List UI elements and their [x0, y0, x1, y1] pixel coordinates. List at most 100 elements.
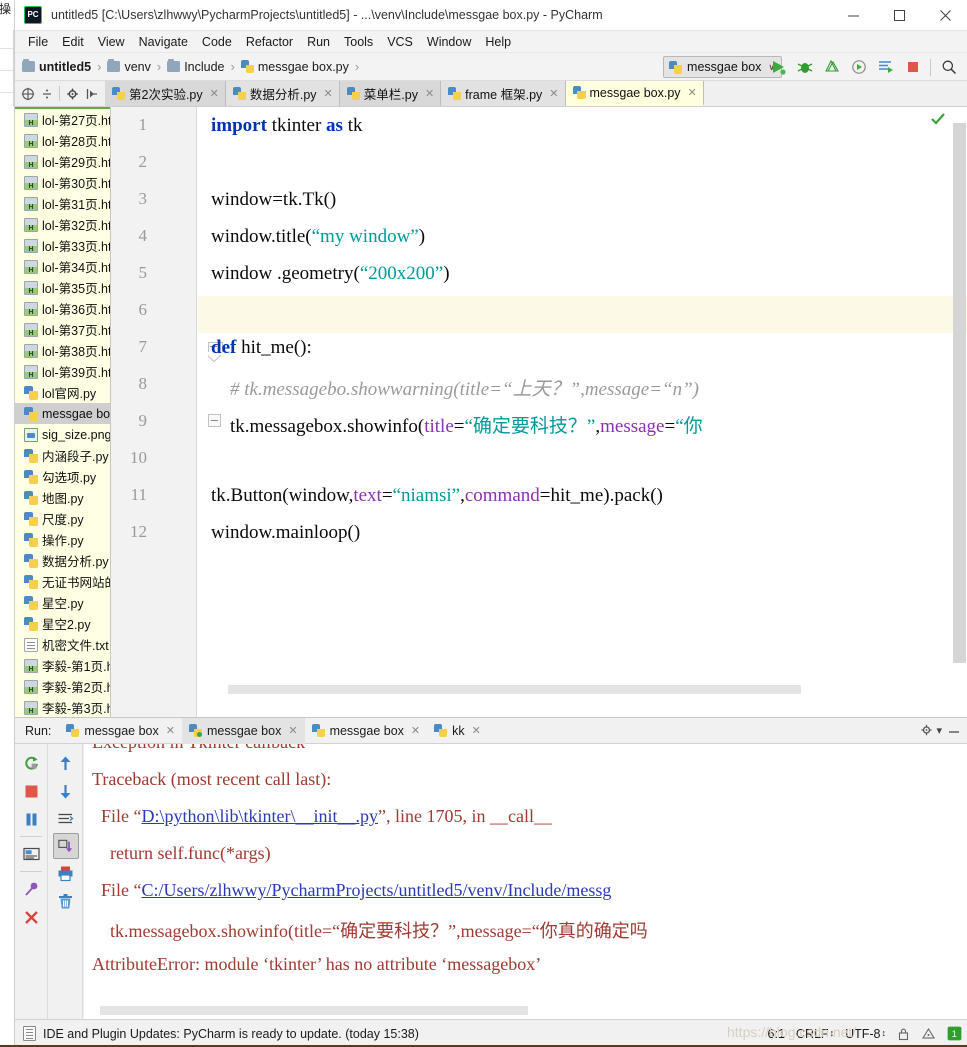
sidebar-file-item[interactable]: 尺度.py: [15, 508, 110, 529]
down-arrow-icon[interactable]: [53, 777, 79, 805]
settings-icon[interactable]: [63, 83, 82, 105]
notification-icon[interactable]: [23, 1026, 36, 1041]
scroll-to-end-icon[interactable]: [52, 833, 79, 859]
close-icon[interactable]: ✕: [549, 87, 558, 100]
sidebar-file-item[interactable]: 内涵段子.py: [15, 445, 110, 466]
sidebar-file-item[interactable]: lol-第29页.htm: [15, 151, 110, 172]
sidebar-file-item[interactable]: lol-第33页.htm: [15, 235, 110, 256]
run-panel-settings-button[interactable]: ▾: [920, 723, 942, 737]
sidebar-file-item[interactable]: 星空2.py: [15, 613, 110, 634]
console-icon[interactable]: [18, 840, 44, 868]
sidebar-file-item[interactable]: 机密文件.txt: [15, 634, 110, 655]
code-line[interactable]: window.mainloop(): [211, 522, 360, 544]
stop-icon[interactable]: [899, 55, 926, 79]
sidebar-file-item[interactable]: lol-第31页.htm: [15, 193, 110, 214]
sidebar-file-item[interactable]: 操作.py: [15, 529, 110, 550]
close-icon[interactable]: ✕: [425, 87, 434, 100]
editor-tab-4[interactable]: messgae box.py ✕: [565, 81, 704, 106]
run-icon[interactable]: [764, 55, 791, 79]
menu-item-file[interactable]: File: [21, 33, 55, 51]
sidebar-file-item[interactable]: 无证书网站的爬: [15, 571, 110, 592]
inspection-ok-check-icon[interactable]: [930, 111, 946, 127]
console-file-link[interactable]: C:/Users/zlhwwy/PycharmProjects/untitled…: [142, 880, 612, 900]
code-line[interactable]: window .geometry(“200x200”): [211, 263, 450, 285]
run-tab-3[interactable]: kk ✕: [427, 718, 488, 744]
hide-icon[interactable]: [82, 83, 101, 105]
menu-item-view[interactable]: View: [91, 33, 132, 51]
close-icon[interactable]: [922, 0, 967, 31]
sidebar-file-item[interactable]: 李毅-第3页.htm: [15, 697, 110, 717]
menu-item-run[interactable]: Run: [300, 33, 337, 51]
collapse-all-icon[interactable]: [18, 83, 37, 105]
sidebar-file-item[interactable]: 李毅-第2页.htm: [15, 676, 110, 697]
editor-tab-3[interactable]: frame 框架.py ✕: [441, 81, 566, 106]
print-icon[interactable]: [53, 859, 79, 887]
maximize-icon[interactable]: [876, 0, 922, 31]
sidebar-file-item[interactable]: 勾选项.py: [15, 466, 110, 487]
code-line[interactable]: window=tk.Tk(): [211, 189, 336, 211]
breadcrumb-item-file[interactable]: messgae box.py: [258, 60, 349, 74]
memory-indicator[interactable]: 1: [947, 1026, 962, 1041]
rerun-icon[interactable]: [18, 749, 44, 777]
encoding-indicator[interactable]: UTF-8 ↕: [845, 1027, 886, 1041]
close-icon[interactable]: ✕: [324, 87, 333, 100]
sidebar-file-item[interactable]: 李毅-第1页.htm: [15, 655, 110, 676]
sidebar-file-item[interactable]: 地图.py: [15, 487, 110, 508]
close-icon[interactable]: [18, 903, 44, 931]
editor-gutter[interactable]: 1 2 3 4 5 6 7 8 9 10 11 12: [111, 107, 223, 717]
run-panel-minimize-button[interactable]: [947, 723, 961, 740]
sidebar-file-item[interactable]: sig_size.png: [15, 424, 110, 445]
close-icon[interactable]: ✕: [166, 724, 175, 737]
run-tab-0[interactable]: messgae box ✕: [59, 718, 182, 744]
sidebar-file-item[interactable]: lol官网.py: [15, 382, 110, 403]
run-console-output[interactable]: Exception in Tkinter callback Traceback (…: [84, 744, 967, 1020]
editor-tab-1[interactable]: 数据分析.py ✕: [225, 81, 340, 106]
trash-icon[interactable]: [53, 887, 79, 915]
menu-item-navigate[interactable]: Navigate: [132, 33, 195, 51]
console-horizontal-scrollbar[interactable]: [100, 1006, 528, 1015]
run-tab-2[interactable]: messgae box ✕: [305, 718, 428, 744]
editor-tab-2[interactable]: 菜单栏.py ✕: [339, 81, 442, 106]
pin-icon[interactable]: [18, 875, 44, 903]
code-line[interactable]: def hit_me():: [211, 337, 312, 359]
profile-icon[interactable]: [845, 55, 872, 79]
search-everywhere-icon[interactable]: [935, 55, 962, 79]
inspection-icon[interactable]: [921, 1027, 936, 1041]
menu-item-edit[interactable]: Edit: [55, 33, 91, 51]
editor-horizontal-scrollbar[interactable]: [228, 685, 801, 694]
stop-icon[interactable]: [18, 777, 44, 805]
lock-icon[interactable]: [897, 1027, 910, 1041]
sidebar-file-item[interactable]: 星空.py: [15, 592, 110, 613]
sidebar-file-item[interactable]: messgae box: [15, 403, 110, 424]
sidebar-file-item[interactable]: lol-第38页.htm: [15, 340, 110, 361]
editor-tab-0[interactable]: 第2次实验.py ✕: [105, 81, 226, 106]
sidebar-file-item[interactable]: lol-第37页.htm: [15, 319, 110, 340]
menu-item-help[interactable]: Help: [478, 33, 518, 51]
code-editor[interactable]: 1 2 3 4 5 6 7 8 9 10 11 12 import tkinter as tk wind…: [111, 107, 967, 717]
code-text-area[interactable]: import tkinter as tk window=tk.Tk() window…: [198, 107, 967, 717]
menu-item-tools[interactable]: Tools: [337, 33, 380, 51]
sidebar-file-item[interactable]: 数据分析.py: [15, 550, 110, 571]
coverage-icon[interactable]: [818, 55, 845, 79]
code-line[interactable]: import tkinter as tk: [211, 115, 362, 137]
code-line[interactable]: window.title(“my window”): [211, 226, 425, 248]
soft-wrap-icon[interactable]: [53, 805, 79, 833]
breadcrumb-item-venv[interactable]: venv: [124, 60, 150, 74]
menu-item-code[interactable]: Code: [195, 33, 239, 51]
code-line[interactable]: tk.Button(window,text=“niamsi”,command=h…: [211, 485, 663, 507]
sidebar-file-item[interactable]: lol-第39页.htm: [15, 361, 110, 382]
close-icon[interactable]: ✕: [688, 86, 697, 99]
close-icon[interactable]: ✕: [472, 724, 481, 737]
up-arrow-icon[interactable]: [53, 749, 79, 777]
editor-vertical-scrollbar[interactable]: [953, 123, 966, 663]
status-message-area[interactable]: IDE and Plugin Updates: PyCharm is ready…: [15, 1026, 419, 1041]
sidebar-file-item[interactable]: lol-第30页.htm: [15, 172, 110, 193]
console-file-link[interactable]: D:\python\lib\tkinter\__init__.py: [142, 806, 379, 826]
pause-icon[interactable]: [18, 805, 44, 833]
close-icon[interactable]: ✕: [210, 87, 219, 100]
project-tool-window[interactable]: lol-第27页.htm lol-第28页.htm lol-第29页.htm lol-…: [15, 107, 111, 717]
close-icon[interactable]: ✕: [411, 724, 420, 737]
breadcrumb-item-project[interactable]: untitled5: [39, 60, 91, 74]
sidebar-file-item[interactable]: lol-第35页.htm: [15, 277, 110, 298]
menu-item-vcs[interactable]: VCS: [380, 33, 420, 51]
